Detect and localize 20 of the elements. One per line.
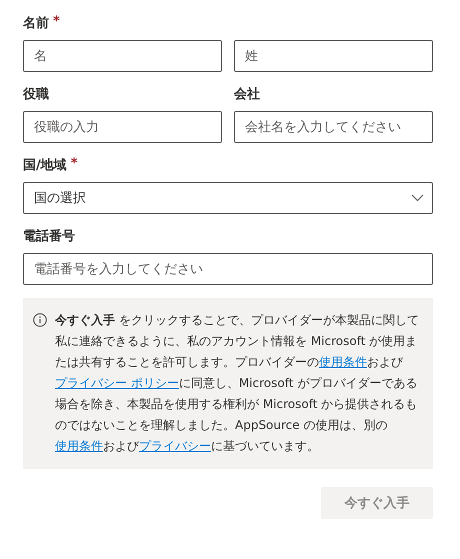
input-field[interactable]: 姓 bbox=[234, 40, 433, 72]
consent-text: 今すぐ入手 をクリックすることで、プロバイダーが本製品に関して私に連絡できるように、私のアカウント情報を Microsoft が使用または共有することを許可します。プロバイダーの使用条件および プライバシー ポリシーに同意し、Microsoft がプロバイダーである場合を除き、本製品を使用する権利が Microsoft から提供されるものではないことを理解しました。AppSource の使用は、別の 使用条件およびプライバシーに基づいています。 bbox=[55, 312, 420, 455]
chevron-down-icon bbox=[411, 194, 424, 202]
link[interactable]: プライバシー bbox=[139, 439, 211, 453]
field-label: 国/地域 bbox=[23, 157, 67, 174]
required-mark: * bbox=[53, 14, 60, 31]
link[interactable]: 使用条件 bbox=[319, 355, 367, 369]
input-field[interactable]: 役職の入力 bbox=[23, 111, 222, 143]
field-label: 役職 bbox=[23, 86, 49, 103]
field-label: 名前 bbox=[23, 15, 49, 32]
field-label: 会社 bbox=[234, 86, 260, 103]
input-field[interactable]: 会社名を入力してください bbox=[234, 111, 433, 143]
required-mark: * bbox=[70, 156, 78, 173]
country-dropdown[interactable]: 国の選択 bbox=[23, 182, 433, 214]
input-field[interactable]: 名 bbox=[23, 40, 222, 72]
field-label: 電話番号 bbox=[23, 228, 75, 245]
link[interactable]: 使用条件 bbox=[55, 439, 103, 453]
input-field[interactable]: 電話番号を入力してください bbox=[23, 253, 433, 285]
link[interactable]: プライバシー ポリシー bbox=[55, 376, 179, 390]
info-icon bbox=[33, 313, 47, 327]
